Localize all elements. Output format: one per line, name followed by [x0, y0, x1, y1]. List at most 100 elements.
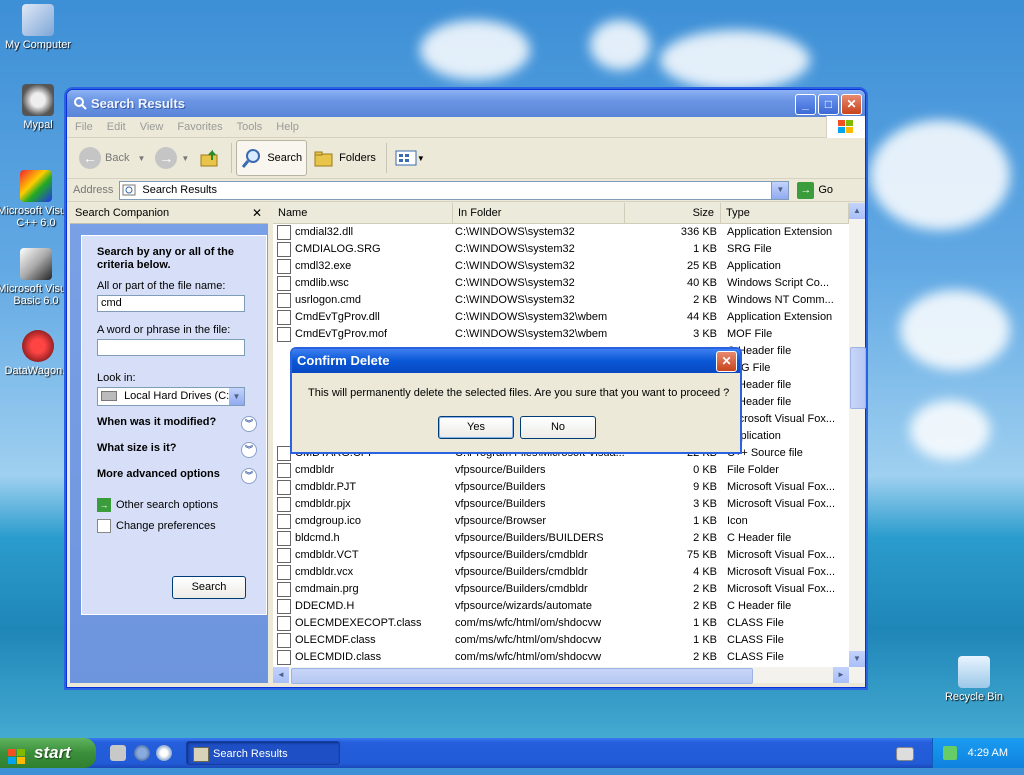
- file-folder-cell: C:\WINDOWS\system32: [455, 226, 575, 238]
- quicklaunch-media-icon[interactable]: [156, 745, 172, 761]
- table-row[interactable]: OLECMDF.class com/ms/wfc/html/om/shdocvw 1…: [273, 632, 865, 649]
- filename-input[interactable]: cmd: [97, 295, 245, 312]
- column-header-type[interactable]: Type: [721, 203, 849, 223]
- up-folder-button[interactable]: [195, 141, 225, 175]
- expand-chevron-icon[interactable]: ︾: [241, 416, 257, 432]
- back-button[interactable]: ← Back ▼: [75, 141, 149, 175]
- table-row[interactable]: cmdbldr vfpsource/Builders 0 KB File Folder: [273, 462, 865, 479]
- forward-button[interactable]: → ▼: [151, 141, 193, 175]
- dialog-close-button[interactable]: ✕: [716, 351, 737, 372]
- desktop-icon-my-computer[interactable]: My Computer: [0, 4, 80, 51]
- chevron-down-icon[interactable]: ▼: [181, 154, 189, 163]
- column-header-name[interactable]: Name: [273, 203, 453, 223]
- scroll-left-icon[interactable]: ◄: [273, 667, 289, 683]
- size-expander[interactable]: What size is it? ︾: [97, 442, 261, 458]
- file-folder-cell: vfpsource/Builders: [455, 498, 546, 510]
- scroll-thumb[interactable]: [850, 347, 866, 409]
- search-toolbar-button[interactable]: Search: [236, 140, 308, 176]
- file-icon: [277, 650, 291, 665]
- lookin-select[interactable]: Local Hard Drives (C:) ▼: [97, 387, 245, 406]
- table-row[interactable]: cmdbldr.pjx vfpsource/Builders 3 KB Microso…: [273, 496, 865, 513]
- file-icon: [277, 293, 291, 308]
- table-row[interactable]: CmdEvTgProv.dll C:\WINDOWS\system32\wbem 4…: [273, 309, 865, 326]
- file-type-cell: C Header file: [727, 532, 792, 544]
- expand-chevron-icon[interactable]: ︾: [241, 468, 257, 484]
- scroll-right-icon[interactable]: ►: [833, 667, 849, 683]
- window-titlebar[interactable]: Search Results _ □ ✕: [67, 90, 865, 117]
- file-icon: [277, 565, 291, 580]
- column-header-folder[interactable]: In Folder: [453, 203, 625, 223]
- minimize-button[interactable]: _: [795, 94, 816, 115]
- close-pane-icon[interactable]: ✕: [252, 206, 262, 220]
- dialog-titlebar[interactable]: Confirm Delete ✕: [292, 349, 740, 373]
- desktop-icon-visual-cpp[interactable]: Microsoft Visual C++ 6.0: [0, 170, 76, 229]
- vertical-scrollbar[interactable]: ▲ ▼: [849, 203, 866, 683]
- window-title: Search Results: [91, 96, 185, 111]
- file-name: DDECMD.H: [295, 600, 355, 612]
- menu-favorites[interactable]: Favorites: [177, 121, 222, 133]
- menu-view[interactable]: View: [140, 121, 164, 133]
- window-icon: [193, 747, 209, 762]
- table-row[interactable]: cmdgroup.ico vfpsource/Browser 1 KB Icon: [273, 513, 865, 530]
- file-size-cell: 9 KB: [693, 481, 717, 493]
- menu-edit[interactable]: Edit: [107, 121, 126, 133]
- table-row[interactable]: cmdmain.prg vfpsource/Builders/cmdbldr 2 K…: [273, 581, 865, 598]
- file-type-cell: Windows NT Comm...: [727, 294, 834, 306]
- address-input[interactable]: Search Results ▼: [119, 180, 790, 200]
- menu-file[interactable]: File: [75, 121, 93, 133]
- change-preferences-link[interactable]: Change preferences: [97, 519, 261, 533]
- views-button[interactable]: ▼: [391, 141, 429, 175]
- table-row[interactable]: cmdlib.wsc C:\WINDOWS\system32 40 KB Window…: [273, 275, 865, 292]
- address-dropdown-button[interactable]: ▼: [771, 180, 790, 200]
- table-row[interactable]: cmdial32.dll C:\WINDOWS\system32 336 KB App…: [273, 224, 865, 241]
- search-button[interactable]: Search: [172, 576, 246, 599]
- other-search-options-link[interactable]: → Other search options: [97, 498, 261, 512]
- chevron-down-icon[interactable]: ▼: [137, 154, 145, 163]
- phrase-input[interactable]: [97, 339, 245, 356]
- modified-expander[interactable]: When was it modified? ︾: [97, 416, 261, 432]
- table-row[interactable]: CMDIALOG.SRG C:\WINDOWS\system32 1 KB SRG F…: [273, 241, 865, 258]
- table-row[interactable]: OLECMDEXECOPT.class com/ms/wfc/html/om/sh…: [273, 615, 865, 632]
- scroll-down-icon[interactable]: ▼: [849, 651, 865, 667]
- file-name: cmdl32.exe: [295, 260, 352, 272]
- taskbar-item-search-results[interactable]: Search Results: [186, 741, 340, 765]
- column-header-size[interactable]: Size: [625, 203, 721, 223]
- advanced-expander[interactable]: More advanced options ︾: [97, 468, 261, 484]
- keyboard-icon[interactable]: [896, 747, 914, 761]
- no-button[interactable]: No: [520, 416, 596, 439]
- table-row[interactable]: cmdbldr.PJT vfpsource/Builders 9 KB Microso…: [273, 479, 865, 496]
- search-icon: [242, 149, 261, 168]
- network-icon[interactable]: [943, 746, 957, 760]
- table-row[interactable]: usrlogon.cmd C:\WINDOWS\system32 2 KB Windo…: [273, 292, 865, 309]
- quicklaunch-ie-icon[interactable]: [134, 745, 150, 761]
- yes-button[interactable]: Yes: [438, 416, 514, 439]
- close-button[interactable]: ✕: [841, 94, 862, 115]
- menu-help[interactable]: Help: [276, 121, 299, 133]
- table-row[interactable]: DDECMD.H vfpsource/wizards/automate 2 KB C …: [273, 598, 865, 615]
- chevron-down-icon[interactable]: ▼: [229, 388, 244, 405]
- table-row[interactable]: OLECMDID.class com/ms/wfc/html/om/shdocvw…: [273, 649, 865, 666]
- table-row[interactable]: cmdl32.exe C:\WINDOWS\system32 25 KB Applic…: [273, 258, 865, 275]
- drive-icon: [101, 391, 117, 402]
- table-row[interactable]: cmdbldr.vcx vfpsource/Builders/cmdbldr 4 K…: [273, 564, 865, 581]
- folders-button[interactable]: Folders: [309, 141, 380, 175]
- file-type-cell: Application Extension: [727, 311, 833, 323]
- horizontal-scrollbar[interactable]: ◄ ►: [273, 667, 849, 684]
- quicklaunch-settings-icon[interactable]: [110, 745, 126, 761]
- back-arrow-icon: ←: [79, 147, 101, 169]
- table-row[interactable]: cmdbldr.VCT vfpsource/Builders/cmdbldr 75 …: [273, 547, 865, 564]
- desktop-icon-recycle-bin[interactable]: Recycle Bin: [932, 656, 1016, 703]
- table-row[interactable]: CmdEvTgProv.mof C:\WINDOWS\system32\wbem 3…: [273, 326, 865, 343]
- scroll-up-icon[interactable]: ▲: [849, 203, 865, 219]
- file-type-cell: CLASS File: [727, 651, 784, 663]
- start-button[interactable]: start: [0, 738, 96, 768]
- menu-tools[interactable]: Tools: [237, 121, 263, 133]
- desktop-icon-visual-basic[interactable]: Microsoft Visual Basic 6.0: [0, 248, 76, 307]
- go-button[interactable]: → Go: [797, 181, 833, 199]
- file-name-cell: DDECMD.H: [273, 598, 453, 615]
- table-row[interactable]: bldcmd.h vfpsource/Builders/BUILDERS 2 KB C…: [273, 530, 865, 547]
- expand-chevron-icon[interactable]: ︾: [241, 442, 257, 458]
- maximize-button[interactable]: □: [818, 94, 839, 115]
- scroll-thumb[interactable]: [291, 668, 753, 684]
- file-size-cell: 2 KB: [693, 583, 717, 595]
